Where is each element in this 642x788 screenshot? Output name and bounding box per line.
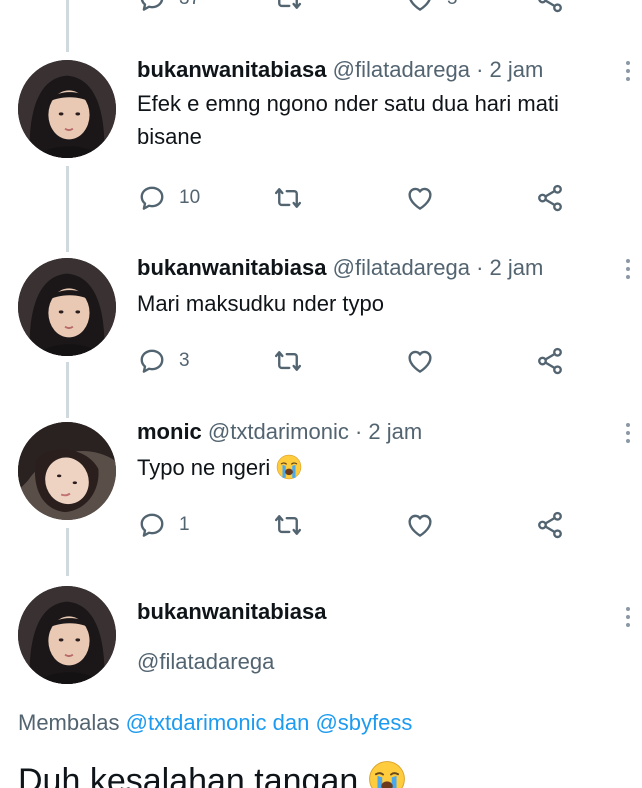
thread-connector: [66, 166, 69, 252]
tweet-header-handle: @filatadarega: [137, 648, 274, 676]
user-handle[interactable]: @txtdarimonic: [208, 419, 349, 444]
avatar[interactable]: [18, 258, 116, 356]
loudly-crying-face-emoji: [276, 454, 302, 480]
profile-photo: [18, 258, 116, 356]
replying-to-users[interactable]: @txtdarimonic dan @sbyfess: [126, 710, 413, 735]
thread-connector: [66, 0, 69, 52]
reply-bubble-icon: [137, 346, 167, 376]
reply-button[interactable]: 10: [137, 183, 200, 213]
heart-icon: [405, 510, 435, 540]
action-bar: 1: [137, 510, 587, 540]
retweet-button[interactable]: [273, 510, 303, 540]
heart-icon: [405, 346, 435, 376]
reply-count: 3: [179, 350, 190, 371]
tweet-header: monic @txtdarimonic · 2 jam: [137, 418, 422, 446]
loudly-crying-face-emoji: [368, 760, 406, 788]
share-button[interactable]: [535, 510, 565, 540]
tweet-text-content: Duh kesalahan tangan: [18, 762, 359, 788]
focused-tweet-text: Duh kesalahan tangan: [18, 760, 406, 788]
action-bar: 3: [137, 346, 587, 376]
retweet-icon: [273, 183, 303, 213]
retweet-button[interactable]: [273, 183, 303, 213]
thread-connector: [66, 528, 69, 576]
retweet-button[interactable]: [273, 0, 303, 14]
retweet-icon: [273, 0, 303, 14]
avatar[interactable]: [18, 60, 116, 158]
display-name[interactable]: bukanwanitabiasa: [137, 599, 327, 624]
share-button[interactable]: [535, 183, 565, 213]
reply-bubble-icon: [137, 183, 167, 213]
reply-button[interactable]: 3: [137, 346, 190, 376]
reply-button[interactable]: 37: [137, 0, 200, 14]
like-button[interactable]: [405, 510, 435, 540]
share-icon: [535, 510, 565, 540]
avatar[interactable]: [18, 586, 116, 684]
tweet-header: bukanwanitabiasa @filatadarega · 2 jam: [137, 56, 543, 84]
profile-photo: [18, 60, 116, 158]
reply-count: 10: [179, 187, 201, 208]
reply-bubble-icon: [137, 510, 167, 540]
share-button[interactable]: [535, 0, 565, 14]
tweet-text: Mari maksudku nder typo: [137, 291, 384, 316]
reply-button[interactable]: 1: [137, 510, 190, 540]
more-vertical-icon[interactable]: [624, 420, 632, 447]
reply-count: 37: [179, 0, 200, 10]
share-button[interactable]: [535, 346, 565, 376]
user-handle[interactable]: @filatadarega: [333, 57, 470, 82]
tweet-text: Typo ne ngeri: [137, 451, 607, 484]
display-name[interactable]: bukanwanitabiasa: [137, 255, 327, 280]
heart-icon: [405, 0, 435, 14]
profile-photo: [18, 586, 116, 684]
user-handle[interactable]: @filatadarega: [333, 255, 470, 280]
more-vertical-icon[interactable]: [624, 604, 632, 631]
like-button[interactable]: 5: [405, 0, 458, 14]
display-name[interactable]: monic: [137, 419, 202, 444]
replying-to: Membalas @txtdarimonic dan @sbyfess: [18, 710, 412, 736]
reply-count: 1: [179, 514, 190, 535]
tweet-text-content: Typo ne ngeri: [137, 455, 271, 480]
tweet-header: bukanwanitabiasa @filatadarega · 2 jam: [137, 254, 543, 282]
profile-photo: [18, 422, 116, 520]
like-button[interactable]: [405, 346, 435, 376]
retweet-button[interactable]: [273, 346, 303, 376]
timestamp[interactable]: · 2 jam: [355, 419, 422, 444]
timestamp[interactable]: · 2 jam: [476, 255, 543, 280]
heart-icon: [405, 183, 435, 213]
user-handle[interactable]: @filatadarega: [137, 649, 274, 674]
replying-to-label: Membalas: [18, 710, 120, 735]
share-icon: [535, 346, 565, 376]
display-name[interactable]: bukanwanitabiasa: [137, 57, 327, 82]
more-vertical-icon[interactable]: [624, 256, 632, 283]
reply-bubble-icon: [137, 0, 167, 14]
timestamp[interactable]: · 2 jam: [476, 57, 543, 82]
share-icon: [535, 0, 565, 14]
thread-connector: [66, 362, 69, 418]
share-icon: [535, 183, 565, 213]
like-button[interactable]: [405, 183, 435, 213]
retweet-icon: [273, 510, 303, 540]
retweet-icon: [273, 346, 303, 376]
tweet-header: bukanwanitabiasa: [137, 598, 327, 626]
more-vertical-icon[interactable]: [624, 58, 632, 85]
action-bar: 10: [137, 183, 587, 213]
avatar[interactable]: [18, 422, 116, 520]
tweet-text: Efek e emng ngono nder satu dua hari mat…: [137, 91, 559, 149]
top-action-bar: 37 5: [137, 0, 587, 14]
like-count: 5: [447, 0, 458, 10]
